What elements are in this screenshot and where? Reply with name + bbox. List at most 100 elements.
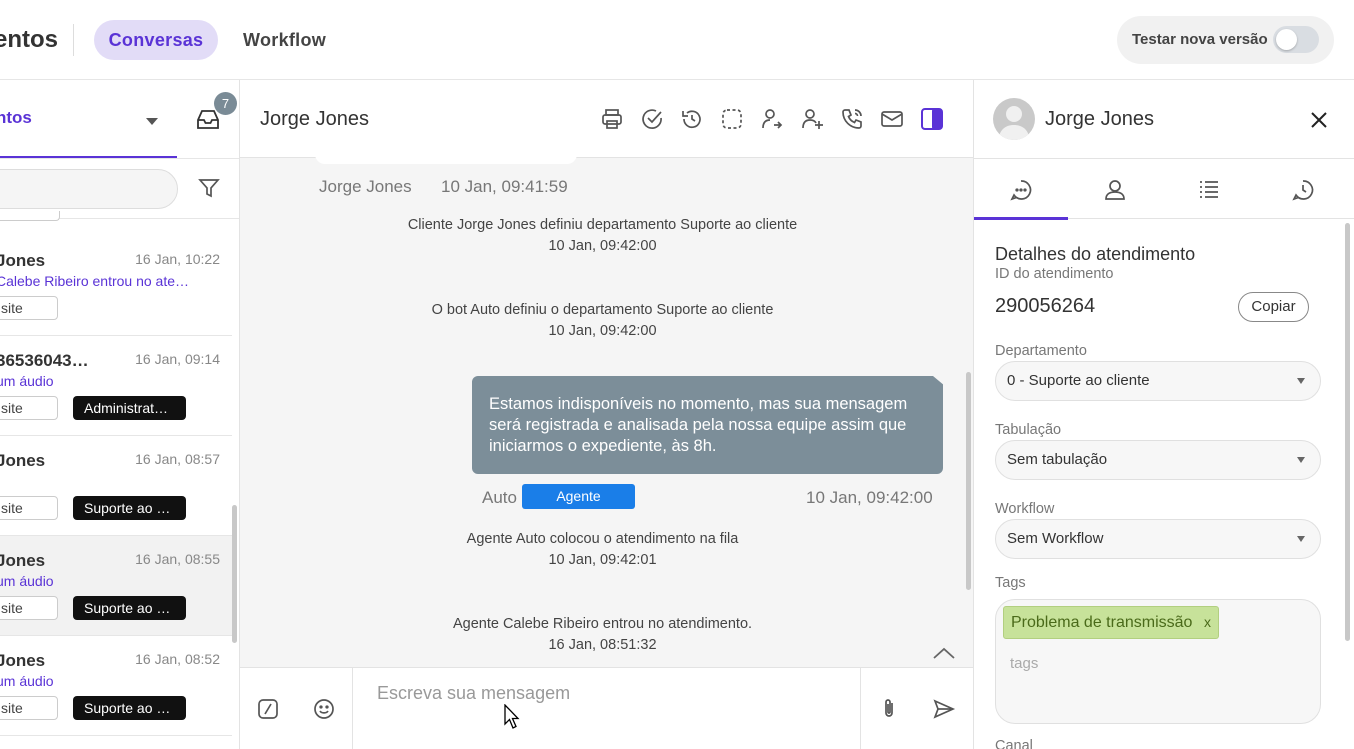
message-sender: Auto xyxy=(482,488,517,507)
print-icon[interactable] xyxy=(600,107,624,131)
panel-toggle-icon[interactable] xyxy=(920,107,944,131)
mail-icon[interactable] xyxy=(880,107,904,131)
divider xyxy=(352,668,353,749)
chat-header: Jorge Jones xyxy=(240,80,973,158)
test-new-version-label: Testar nova versão xyxy=(1132,31,1268,48)
top-bar: entos Conversas Workflow Testar nova ver… xyxy=(0,0,1354,80)
conversation-list-panel: ntos 7 Jones 16 Jan, 10:22 Calebe Ribeir… xyxy=(0,80,240,749)
tab-contact[interactable] xyxy=(1068,160,1162,219)
workflow-label: Workflow xyxy=(995,501,1055,517)
scrollbar[interactable] xyxy=(966,372,971,590)
app-title: entos xyxy=(0,26,59,53)
tag-chip: Problema de transmissão x xyxy=(1003,606,1219,639)
message-sender: Jorge Jones xyxy=(319,177,412,196)
system-message-text: O bot Auto definiu o departamento Suport… xyxy=(431,302,774,318)
system-message-text: Cliente Jorge Jones definiu departamento… xyxy=(407,217,798,233)
transfer-user-icon[interactable] xyxy=(760,107,784,131)
tabulation-select[interactable]: Sem tabulação xyxy=(995,440,1321,480)
tab-list[interactable] xyxy=(1162,160,1256,219)
mouse-cursor-icon xyxy=(504,704,520,729)
timestamp: 16 Jan, 08:55 xyxy=(135,551,220,567)
attendance-id: 290056264 xyxy=(995,295,1096,317)
phone-icon[interactable] xyxy=(840,107,864,131)
department-badge: Suporte ao … xyxy=(73,596,186,620)
system-message-time: 10 Jan, 09:42:01 xyxy=(548,552,657,568)
copy-button[interactable]: Copiar xyxy=(1238,292,1309,322)
test-new-version-toggle[interactable] xyxy=(1273,26,1319,53)
filter-icon[interactable] xyxy=(198,177,220,199)
contact-name: 36536043… xyxy=(0,351,89,370)
divider xyxy=(73,24,74,56)
caret-down-icon xyxy=(1297,378,1305,384)
contact-name: Jorge Jones xyxy=(1045,108,1154,130)
caret-down-icon xyxy=(1297,536,1305,542)
divider xyxy=(860,668,861,749)
chat-bubble-icon xyxy=(1010,180,1032,201)
list-item[interactable]: Jones 16 Jan, 10:22 Calebe Ribeiro entro… xyxy=(0,236,232,336)
tab-chat[interactable] xyxy=(974,160,1068,220)
list-item[interactable]: Jones 16 Jan, 08:52 um áudio site Suport… xyxy=(0,636,232,736)
list-item[interactable]: 36536043… 16 Jan, 09:14 um áudio site Ad… xyxy=(0,336,232,436)
toggle-knob xyxy=(1276,29,1297,50)
department-badge: Suporte ao … xyxy=(73,496,186,520)
slash-command-icon[interactable] xyxy=(256,697,280,721)
channel-badge: site xyxy=(0,496,58,520)
tab-conversas[interactable]: Conversas xyxy=(94,20,218,60)
bubble-tail xyxy=(933,376,945,386)
list-item[interactable]: Jones 16 Jan, 08:57 site Suporte ao … xyxy=(0,436,232,536)
attendance-tab[interactable]: ntos xyxy=(0,108,32,128)
tags-field[interactable]: Problema de transmissão x xyxy=(995,599,1321,724)
list-item-active[interactable]: Jones 16 Jan, 08:55 um áudio site Suport… xyxy=(0,536,232,636)
system-message-time: 10 Jan, 09:42:00 xyxy=(548,323,657,339)
system-message-time: 16 Jan, 08:51:32 xyxy=(548,637,657,653)
channel-badge: site xyxy=(0,396,58,420)
scrollbar[interactable] xyxy=(1345,223,1350,641)
timestamp: 16 Jan, 10:22 xyxy=(135,251,220,267)
tag-remove-button[interactable]: x xyxy=(1204,607,1211,638)
tab-workflow[interactable]: Workflow xyxy=(228,20,341,60)
department-value: 0 - Suporte ao cliente xyxy=(1007,372,1150,389)
system-message: O bot Auto definiu o departamento Suport… xyxy=(240,300,965,342)
history-icon[interactable] xyxy=(680,107,704,131)
chevron-up-icon[interactable] xyxy=(930,642,958,666)
agent-message-bubble: Estamos indisponíveis no momento, mas su… xyxy=(472,376,943,474)
emoji-icon[interactable] xyxy=(312,697,336,721)
tags-label: Tags xyxy=(995,575,1026,591)
department-select[interactable]: 0 - Suporte ao cliente xyxy=(995,361,1321,401)
dashed-square-icon[interactable] xyxy=(720,107,744,131)
send-icon[interactable] xyxy=(932,697,956,721)
add-user-icon[interactable] xyxy=(800,107,824,131)
contact-name: Jones xyxy=(0,251,46,270)
list-icon xyxy=(1200,181,1218,198)
user-placeholder-icon xyxy=(998,106,1030,140)
attachment-icon[interactable] xyxy=(877,697,901,721)
workflow-select[interactable]: Sem Workflow xyxy=(995,519,1321,559)
tabulation-value: Sem tabulação xyxy=(1007,451,1108,468)
timestamp: 16 Jan, 09:14 xyxy=(135,351,220,367)
channel-badge: site xyxy=(0,296,58,320)
scrollbar[interactable] xyxy=(232,505,237,643)
last-message: um áudio xyxy=(0,373,54,389)
tab-history[interactable] xyxy=(1256,160,1350,219)
department-label: Departamento xyxy=(995,343,1087,359)
divider xyxy=(0,158,239,159)
id-label: ID do atendimento xyxy=(995,266,1114,282)
message-time: 10 Jan, 09:41:59 xyxy=(441,177,568,196)
section-title: Detalhes do atendimento xyxy=(995,244,1196,264)
channel-badge: site xyxy=(0,696,58,720)
close-icon[interactable] xyxy=(1308,109,1330,131)
system-message-text: Agente Auto colocou o atendimento na fil… xyxy=(466,531,739,547)
tabulation-label: Tabulação xyxy=(995,422,1062,438)
chevron-down-icon[interactable] xyxy=(146,118,158,125)
check-circle-icon[interactable] xyxy=(640,107,664,131)
agent-role-badge: Agente xyxy=(522,484,635,509)
tags-input[interactable] xyxy=(1010,652,1290,674)
details-panel: Jorge Jones Detalhes do atendimento ID d… xyxy=(973,80,1354,749)
system-message-time: 10 Jan, 09:42:00 xyxy=(548,238,657,254)
search-input[interactable] xyxy=(0,169,178,209)
message-input[interactable] xyxy=(377,680,837,706)
user-icon xyxy=(1105,180,1125,200)
department-badge: Suporte ao … xyxy=(73,696,186,720)
history-chat-icon xyxy=(1292,180,1314,201)
contact-name: Jones xyxy=(0,451,46,470)
